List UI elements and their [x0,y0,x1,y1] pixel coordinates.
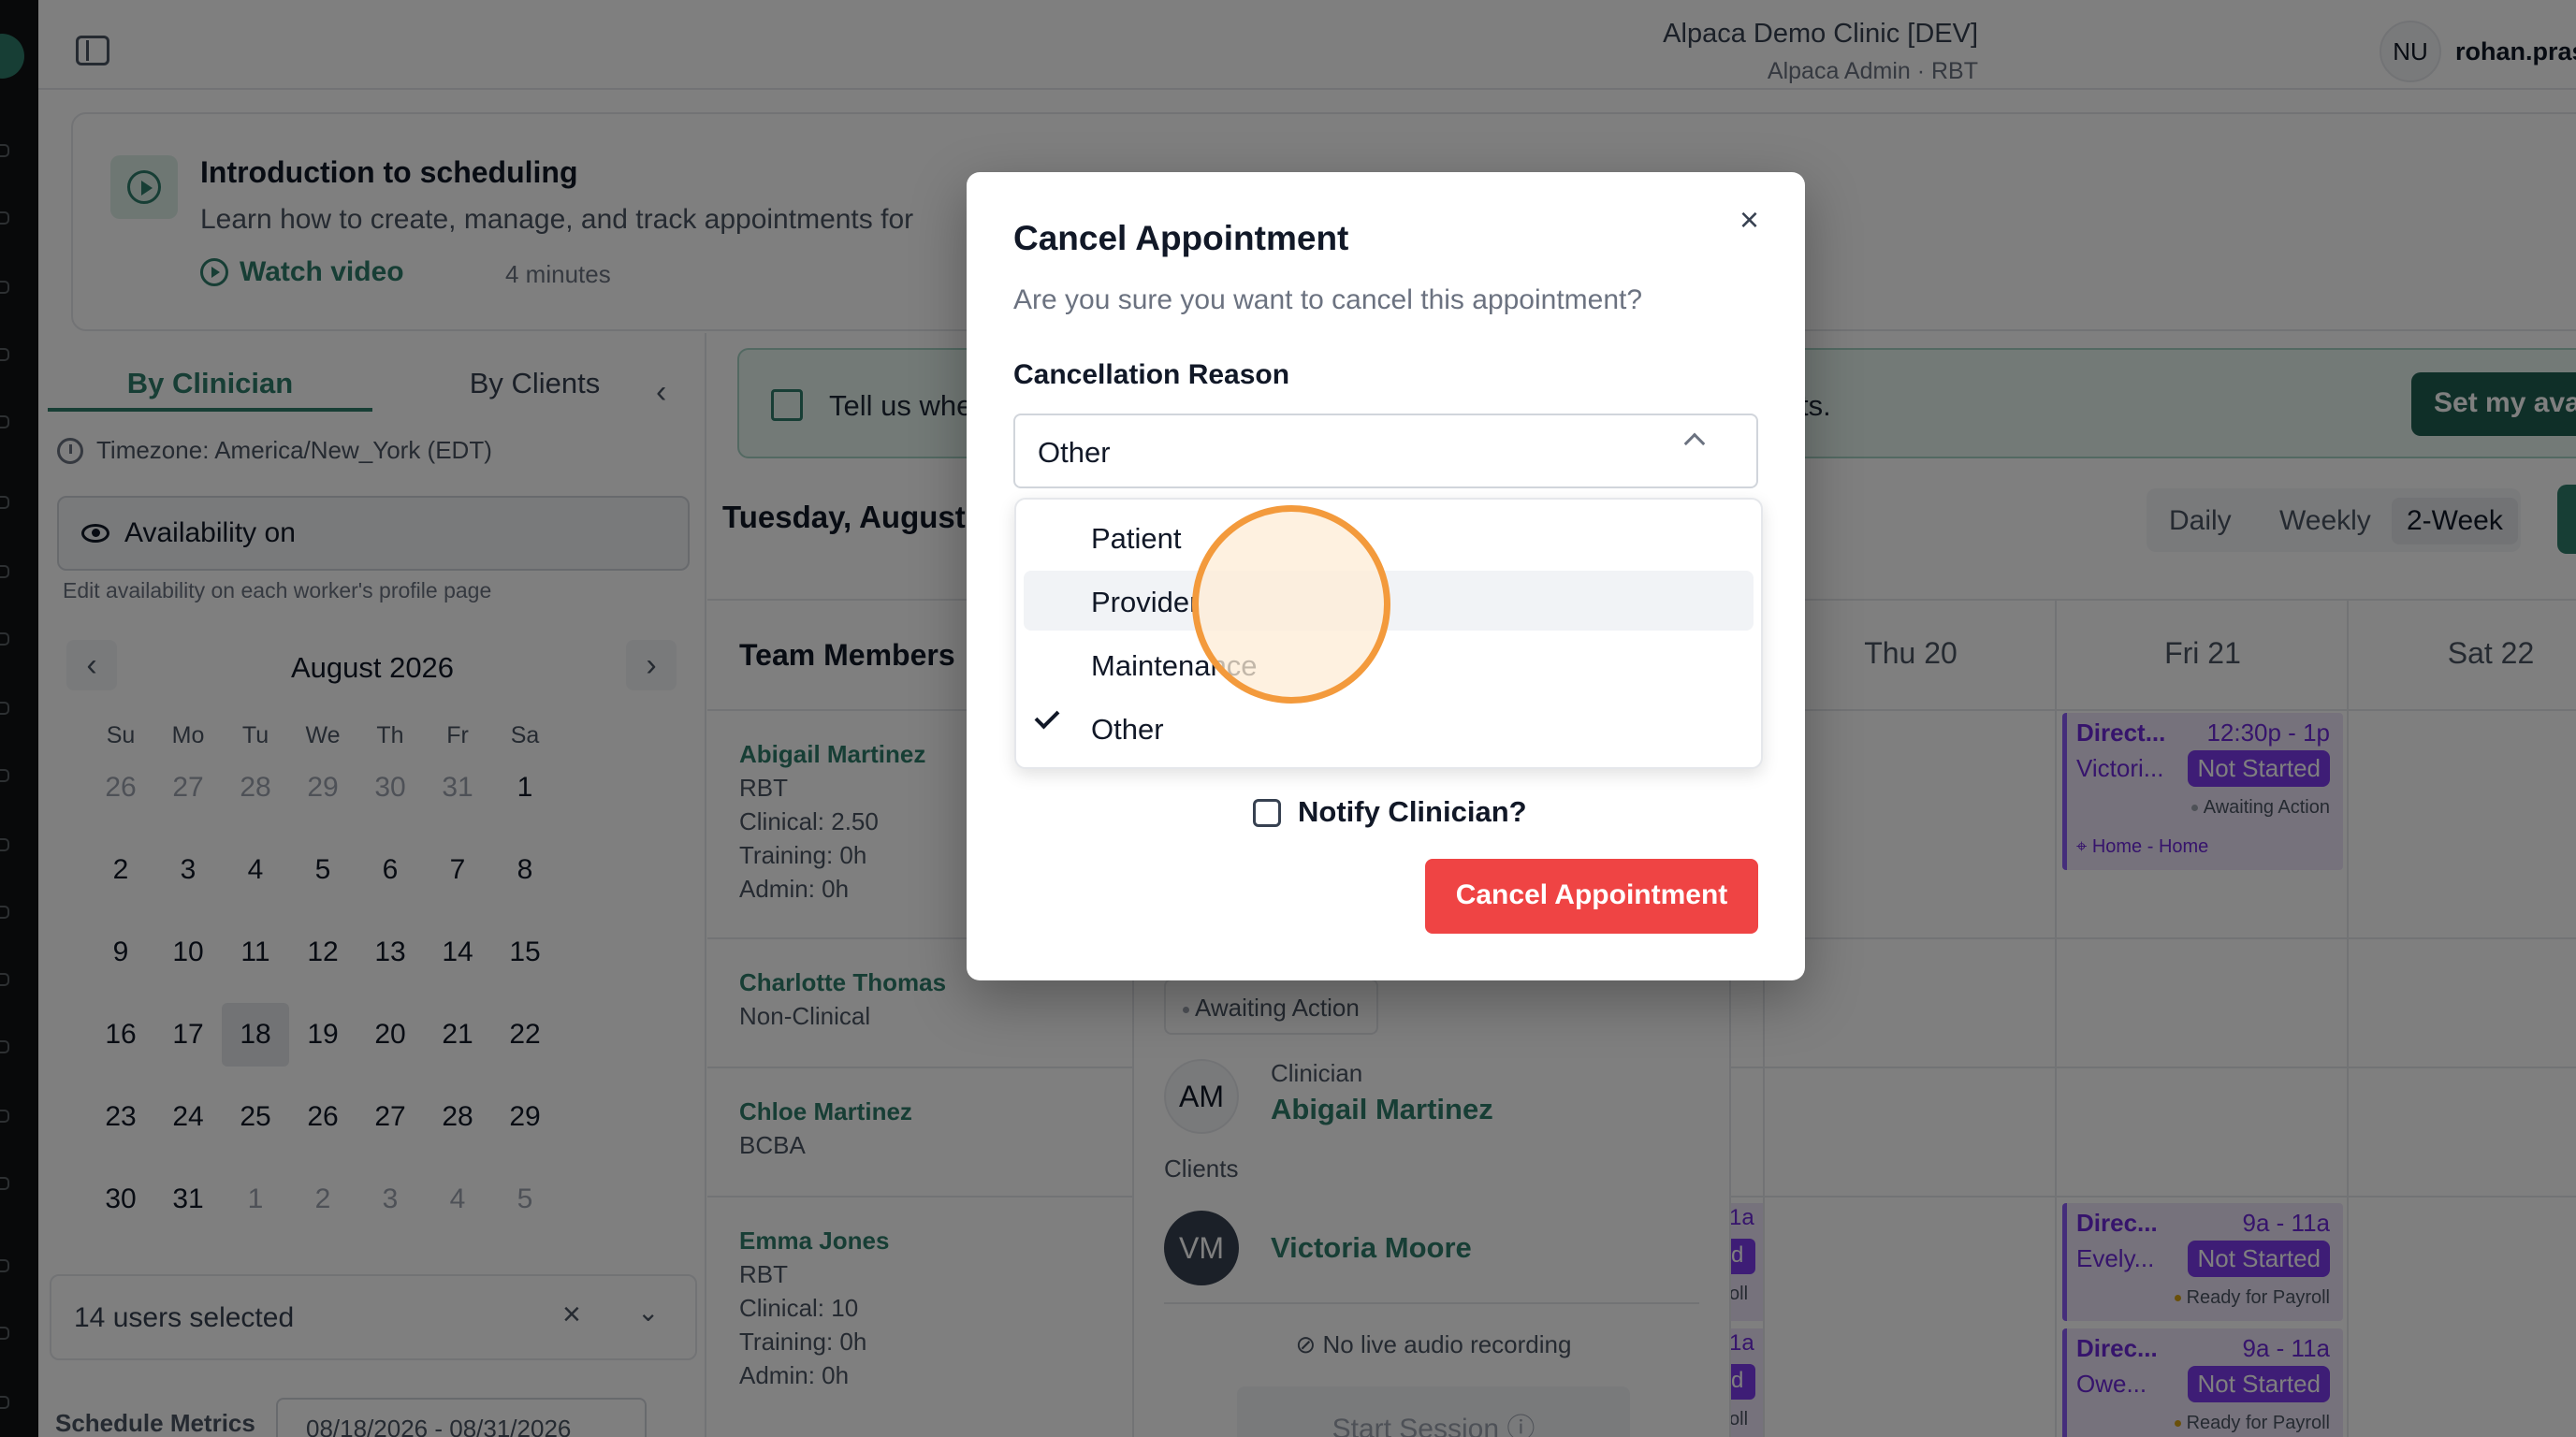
option-other[interactable]: Other [1024,698,1754,758]
cancel-appointment-button[interactable]: Cancel Appointment [1425,859,1758,934]
reason-dropdown: Patient Provider Maintenance Other [1014,498,1763,769]
option-maintenance[interactable]: Maintenance [1024,634,1754,694]
modal-title: Cancel Appointment [1013,219,1349,257]
notify-clinician-label[interactable]: Notify Clinician? [1298,795,1527,829]
click-indicator [1192,505,1390,704]
cancellation-reason-label: Cancellation Reason [1013,359,1290,390]
modal-subtitle: Are you sure you want to cancel this app… [1013,284,1643,315]
notify-clinician-checkbox[interactable] [1253,799,1281,827]
close-icon[interactable]: × [1739,200,1759,240]
option-patient[interactable]: Patient [1024,507,1754,567]
cancellation-reason-select[interactable]: Other [1013,414,1758,488]
